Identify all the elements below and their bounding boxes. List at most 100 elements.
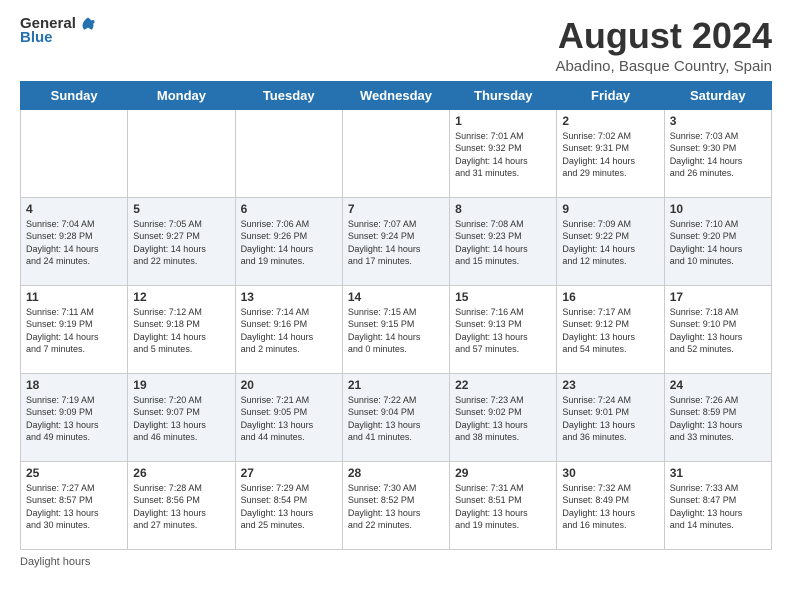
day-info-line: Daylight: 13 hours xyxy=(562,419,658,432)
day-cell: 5Sunrise: 7:05 AMSunset: 9:27 PMDaylight… xyxy=(128,197,235,285)
day-info-line: and 36 minutes. xyxy=(562,431,658,444)
day-number: 14 xyxy=(348,290,444,304)
day-number: 4 xyxy=(26,202,122,216)
day-cell xyxy=(342,109,449,197)
day-info-line: Sunrise: 7:11 AM xyxy=(26,306,122,319)
day-info-line: Sunrise: 7:21 AM xyxy=(241,394,337,407)
day-info-line: Daylight: 13 hours xyxy=(241,419,337,432)
day-info-line: Sunrise: 7:20 AM xyxy=(133,394,229,407)
day-cell: 12Sunrise: 7:12 AMSunset: 9:18 PMDayligh… xyxy=(128,285,235,373)
day-info-line: Sunrise: 7:28 AM xyxy=(133,482,229,495)
day-cell: 13Sunrise: 7:14 AMSunset: 9:16 PMDayligh… xyxy=(235,285,342,373)
day-info-line: Sunrise: 7:23 AM xyxy=(455,394,551,407)
logo: General Blue xyxy=(20,16,96,45)
day-info-line: Sunrise: 7:18 AM xyxy=(670,306,766,319)
day-number: 24 xyxy=(670,378,766,392)
day-info-line: and 16 minutes. xyxy=(562,519,658,532)
day-cell: 6Sunrise: 7:06 AMSunset: 9:26 PMDaylight… xyxy=(235,197,342,285)
day-number: 8 xyxy=(455,202,551,216)
day-info-line: Sunrise: 7:12 AM xyxy=(133,306,229,319)
day-number: 30 xyxy=(562,466,658,480)
day-info-line: Sunset: 9:27 PM xyxy=(133,230,229,243)
col-header-friday: Friday xyxy=(557,81,664,109)
day-info-line: Sunset: 9:07 PM xyxy=(133,406,229,419)
day-info-line: and 52 minutes. xyxy=(670,343,766,356)
day-info-line: Sunrise: 7:31 AM xyxy=(455,482,551,495)
day-info-line: and 25 minutes. xyxy=(241,519,337,532)
logo-blue: Blue xyxy=(20,30,96,45)
day-info-line: Daylight: 13 hours xyxy=(348,419,444,432)
week-row-4: 18Sunrise: 7:19 AMSunset: 9:09 PMDayligh… xyxy=(21,373,772,461)
day-info-line: Sunrise: 7:16 AM xyxy=(455,306,551,319)
day-info-line: and 46 minutes. xyxy=(133,431,229,444)
day-cell: 26Sunrise: 7:28 AMSunset: 8:56 PMDayligh… xyxy=(128,461,235,549)
day-info-line: Daylight: 14 hours xyxy=(241,243,337,256)
day-info-line: Sunset: 9:16 PM xyxy=(241,318,337,331)
day-number: 20 xyxy=(241,378,337,392)
day-info-line: Daylight: 13 hours xyxy=(455,419,551,432)
day-info-line: and 27 minutes. xyxy=(133,519,229,532)
day-info-line: Sunset: 9:20 PM xyxy=(670,230,766,243)
day-cell xyxy=(128,109,235,197)
day-info-line: Sunset: 9:18 PM xyxy=(133,318,229,331)
day-info-line: Sunrise: 7:33 AM xyxy=(670,482,766,495)
day-info-line: Daylight: 13 hours xyxy=(455,507,551,520)
day-number: 27 xyxy=(241,466,337,480)
day-info-line: and 19 minutes. xyxy=(241,255,337,268)
day-info-line: Sunrise: 7:15 AM xyxy=(348,306,444,319)
day-number: 19 xyxy=(133,378,229,392)
day-info-line: and 7 minutes. xyxy=(26,343,122,356)
day-number: 12 xyxy=(133,290,229,304)
day-info-line: Sunrise: 7:02 AM xyxy=(562,130,658,143)
calendar-table: SundayMondayTuesdayWednesdayThursdayFrid… xyxy=(20,81,772,550)
title-block: August 2024 Abadino, Basque Country, Spa… xyxy=(555,16,772,75)
col-header-saturday: Saturday xyxy=(664,81,771,109)
day-cell: 24Sunrise: 7:26 AMSunset: 8:59 PMDayligh… xyxy=(664,373,771,461)
day-info-line: and 26 minutes. xyxy=(670,167,766,180)
day-info-line: and 17 minutes. xyxy=(348,255,444,268)
day-cell: 21Sunrise: 7:22 AMSunset: 9:04 PMDayligh… xyxy=(342,373,449,461)
day-info-line: and 22 minutes. xyxy=(348,519,444,532)
day-info-line: and 12 minutes. xyxy=(562,255,658,268)
day-info-line: Sunset: 8:49 PM xyxy=(562,494,658,507)
col-header-thursday: Thursday xyxy=(450,81,557,109)
day-number: 11 xyxy=(26,290,122,304)
day-info-line: Sunrise: 7:24 AM xyxy=(562,394,658,407)
day-number: 10 xyxy=(670,202,766,216)
day-cell: 1Sunrise: 7:01 AMSunset: 9:32 PMDaylight… xyxy=(450,109,557,197)
day-info-line: Sunrise: 7:22 AM xyxy=(348,394,444,407)
day-cell: 19Sunrise: 7:20 AMSunset: 9:07 PMDayligh… xyxy=(128,373,235,461)
day-number: 17 xyxy=(670,290,766,304)
day-info-line: Daylight: 14 hours xyxy=(562,155,658,168)
day-number: 6 xyxy=(241,202,337,216)
day-number: 26 xyxy=(133,466,229,480)
footer-text: Daylight hours xyxy=(20,556,90,568)
day-info-line: and 2 minutes. xyxy=(241,343,337,356)
day-info-line: Sunset: 9:28 PM xyxy=(26,230,122,243)
day-cell: 7Sunrise: 7:07 AMSunset: 9:24 PMDaylight… xyxy=(342,197,449,285)
day-info-line: Sunset: 9:24 PM xyxy=(348,230,444,243)
day-info-line: Sunset: 8:47 PM xyxy=(670,494,766,507)
day-info-line: Sunrise: 7:27 AM xyxy=(26,482,122,495)
day-info-line: Sunrise: 7:29 AM xyxy=(241,482,337,495)
day-cell: 2Sunrise: 7:02 AMSunset: 9:31 PMDaylight… xyxy=(557,109,664,197)
day-info-line: Sunrise: 7:09 AM xyxy=(562,218,658,231)
day-info-line: Daylight: 13 hours xyxy=(670,419,766,432)
day-info-line: Sunrise: 7:17 AM xyxy=(562,306,658,319)
day-info-line: and 5 minutes. xyxy=(133,343,229,356)
subtitle: Abadino, Basque Country, Spain xyxy=(555,58,772,75)
day-info-line: Daylight: 14 hours xyxy=(348,331,444,344)
day-cell: 25Sunrise: 7:27 AMSunset: 8:57 PMDayligh… xyxy=(21,461,128,549)
day-info-line: Daylight: 13 hours xyxy=(562,331,658,344)
day-cell xyxy=(21,109,128,197)
main-title: August 2024 xyxy=(555,16,772,56)
day-cell: 17Sunrise: 7:18 AMSunset: 9:10 PMDayligh… xyxy=(664,285,771,373)
footer: Daylight hours xyxy=(20,556,772,568)
day-info-line: Sunset: 9:01 PM xyxy=(562,406,658,419)
day-info-line: Sunrise: 7:19 AM xyxy=(26,394,122,407)
day-number: 25 xyxy=(26,466,122,480)
day-number: 16 xyxy=(562,290,658,304)
day-info-line: Daylight: 14 hours xyxy=(670,243,766,256)
day-info-line: and 33 minutes. xyxy=(670,431,766,444)
day-cell: 23Sunrise: 7:24 AMSunset: 9:01 PMDayligh… xyxy=(557,373,664,461)
